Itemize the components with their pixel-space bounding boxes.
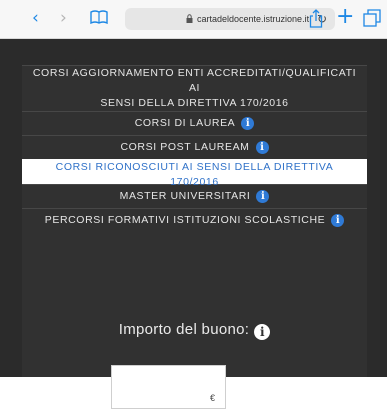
new-tab-button[interactable]: + — [336, 6, 354, 28]
tabs-icon[interactable] — [363, 9, 383, 27]
back-button[interactable]: ‹ — [32, 9, 39, 27]
menu-item-corsi-aggiornamento[interactable]: CORSI AGGIORNAMENTO ENTI ACCREDITATI/QUA… — [22, 65, 367, 111]
importo-label: Importo del buono: — [118, 321, 250, 338]
menu-item-percorsi-formativi[interactable]: PERCORSI FORMATIVI ISTITUZIONI SCOLASTIC… — [22, 208, 367, 232]
menu-item-label: MASTER UNIVERSITARI — [119, 190, 251, 202]
browser-toolbar: ‹ › cartadeldocente.istruzione.it ↻ + — [0, 0, 387, 39]
bookmarks-icon[interactable] — [90, 10, 108, 24]
info-icon[interactable]: i — [254, 324, 271, 340]
lock-icon — [186, 14, 193, 23]
content-panel: CORSI AGGIORNAMENTO ENTI ACCREDITATI/QUA… — [22, 65, 367, 377]
info-icon[interactable]: i — [256, 190, 270, 203]
menu-item-corsi-post-lauream[interactable]: CORSI POST LAUREAM i — [22, 135, 367, 159]
share-icon[interactable] — [309, 9, 323, 28]
importo-input[interactable] — [112, 366, 229, 410]
menu-item-label: CORSI RICONOSCIUTI AI SENSI DELLA DIRETT… — [55, 161, 334, 188]
info-icon[interactable]: i — [241, 117, 255, 130]
menu-item-label: PERCORSI FORMATIVI ISTITUZIONI SCOLASTIC… — [44, 214, 326, 226]
importo-input-box[interactable]: € — [111, 365, 229, 410]
menu-item-label: CORSI AGGIORNAMENTO ENTI ACCREDITATI/QUA… — [32, 67, 357, 109]
menu-item-label: CORSI DI LAUREA — [134, 117, 236, 129]
course-type-menu: CORSI AGGIORNAMENTO ENTI ACCREDITATI/QUA… — [22, 65, 367, 232]
forward-button[interactable]: › — [60, 9, 67, 27]
url-text: cartadeldocente.istruzione.it — [197, 14, 310, 24]
menu-item-corsi-di-laurea[interactable]: CORSI DI LAUREA i — [22, 111, 367, 135]
menu-item-label: CORSI POST LAUREAM — [120, 141, 250, 153]
info-icon[interactable]: i — [255, 141, 269, 154]
menu-item-corsi-riconosciuti[interactable]: CORSI RICONOSCIUTI AI SENSI DELLA DIRETT… — [22, 159, 367, 188]
page-content: CORSI AGGIORNAMENTO ENTI ACCREDITATI/QUA… — [0, 39, 387, 410]
address-bar[interactable]: cartadeldocente.istruzione.it ↻ — [125, 8, 335, 30]
info-icon[interactable]: i — [331, 214, 345, 227]
euro-symbol: € — [209, 393, 215, 403]
importo-heading: Importo del buono: i — [22, 320, 367, 340]
